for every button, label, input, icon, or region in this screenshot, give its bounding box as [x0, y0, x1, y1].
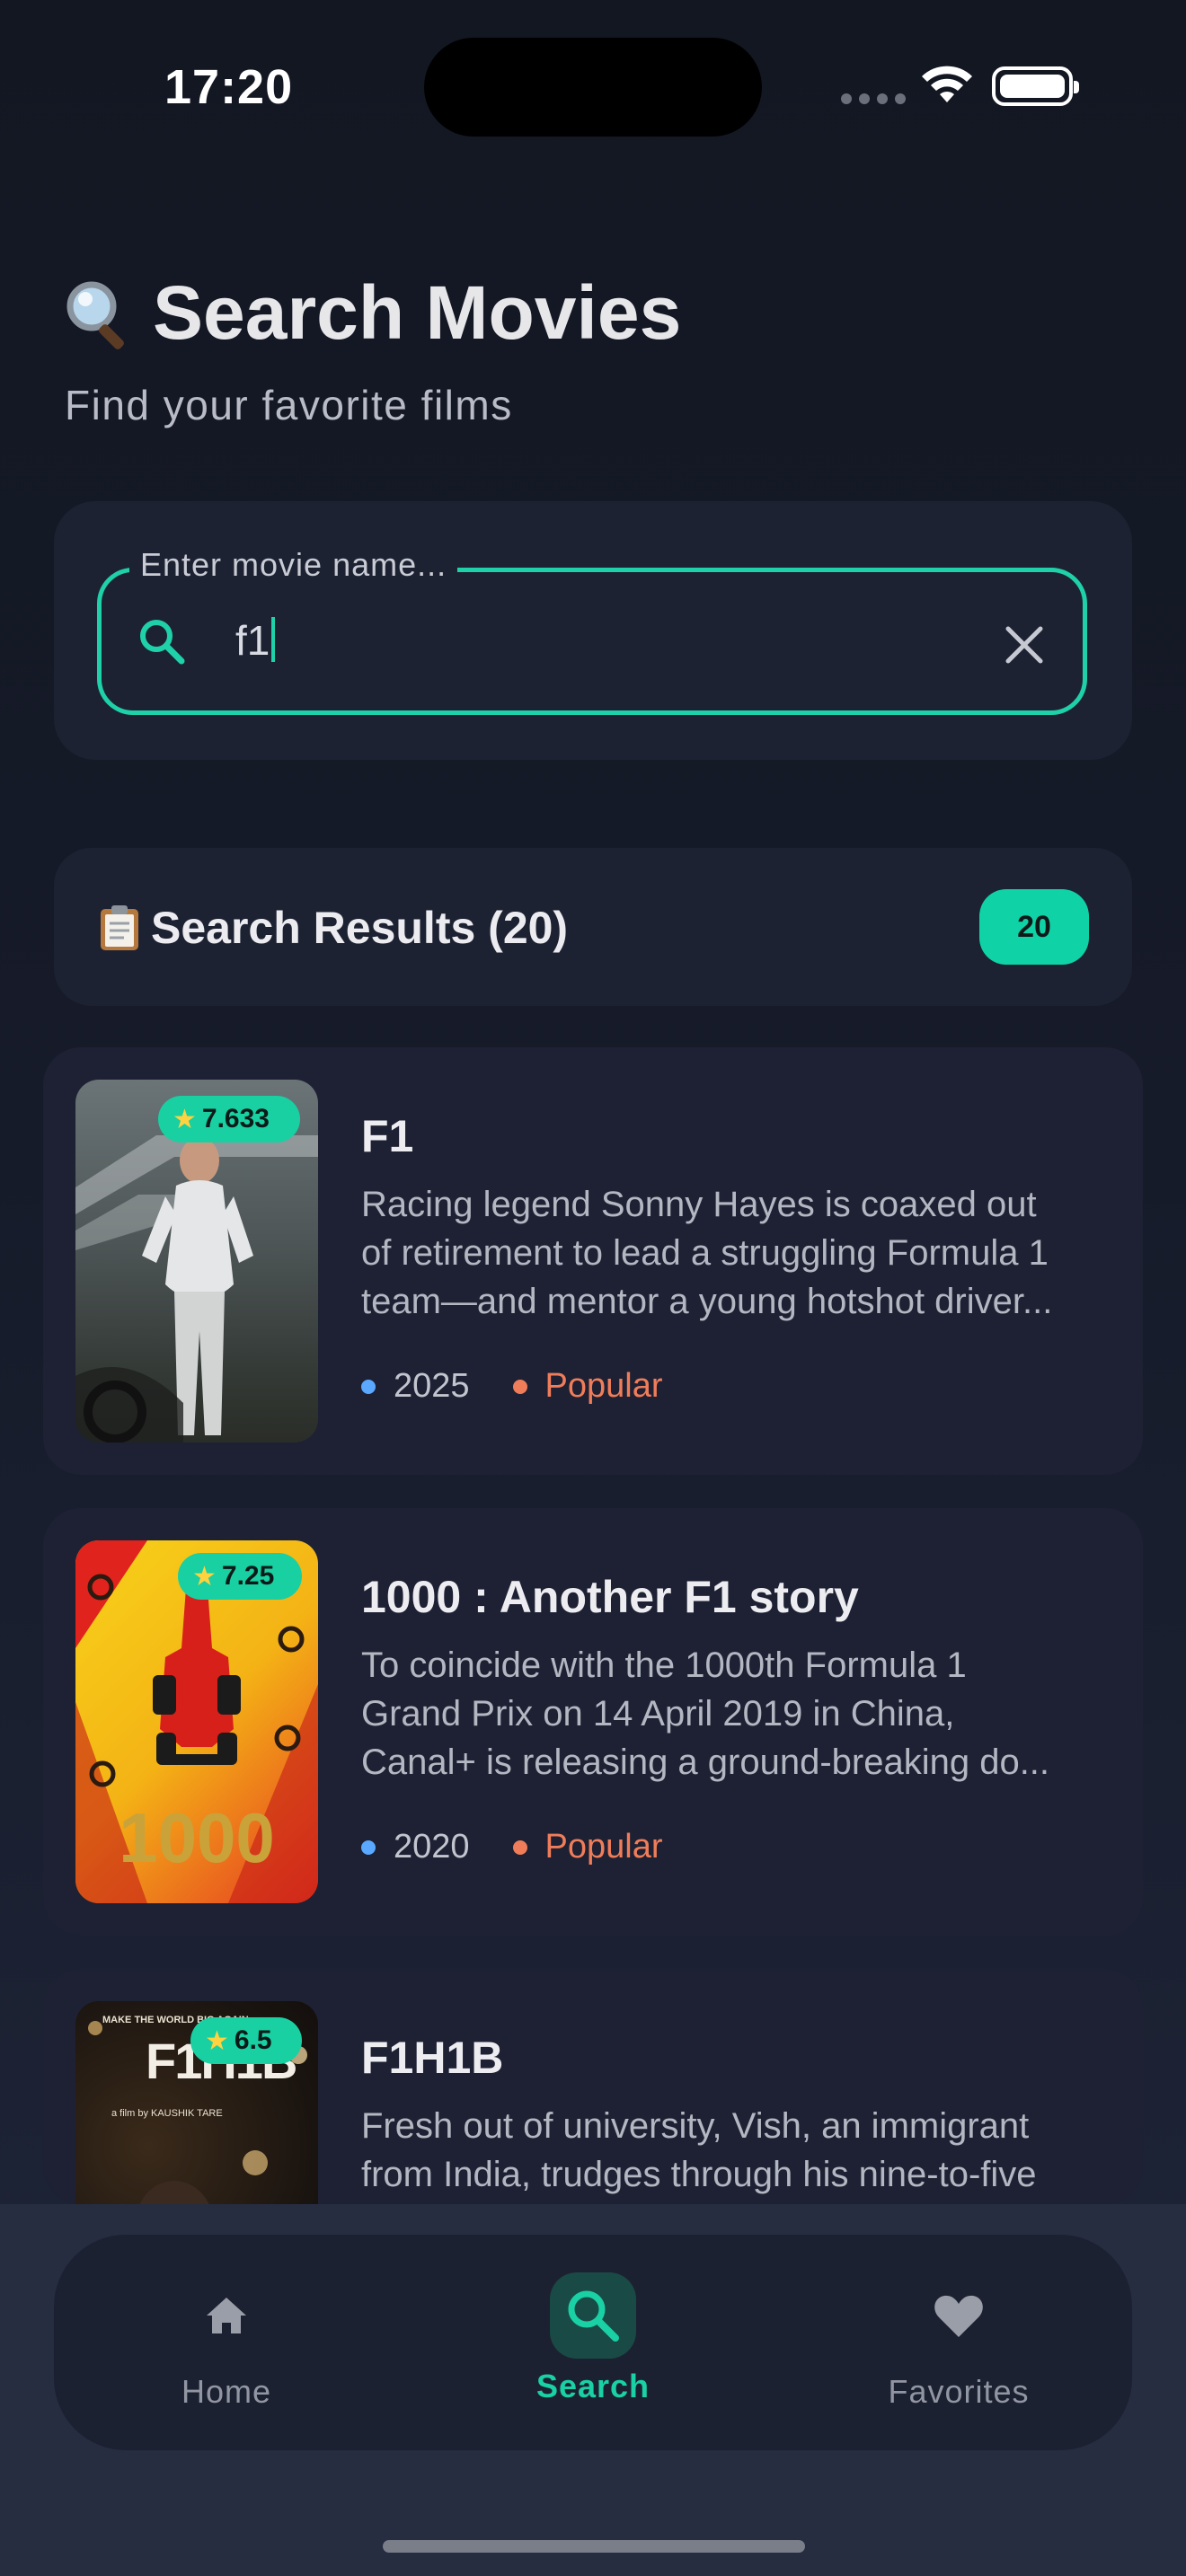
- movie-description: Racing legend Sonny Hayes is coaxed out …: [361, 1185, 1053, 1321]
- results-title-text: Search Results (20): [151, 903, 569, 953]
- movie-card[interactable]: 1000 ★ 7.25 1000 : Another F1 story To c…: [43, 1508, 1143, 1936]
- results-count-badge: 20: [979, 889, 1089, 965]
- movie-poster: ★ 7.633: [75, 1080, 318, 1442]
- page-subtitle: Find your favorite films: [65, 382, 513, 428]
- magnifier-icon: [66, 281, 124, 349]
- popular-tag: Popular: [544, 1367, 663, 1405]
- movie-meta: 2025 Popular: [361, 1367, 663, 1406]
- movie-year: 2020: [394, 1828, 470, 1866]
- search-input-label: Enter movie name...: [129, 546, 458, 584]
- movie-poster: 1000 ★ 7.25: [75, 1540, 318, 1903]
- rating-badge: ★ 7.633: [158, 1096, 300, 1142]
- dynamic-island: [424, 38, 762, 137]
- movie-title: F1: [361, 1111, 414, 1161]
- home-icon: [207, 2298, 246, 2333]
- movie-poster: MAKE THE WORLD BIG AGAIN a film by KAUSH…: [75, 2001, 318, 2204]
- star-icon: ★: [173, 1104, 197, 1134]
- star-icon: ★: [205, 2025, 229, 2056]
- rating-badge: ★ 7.25: [178, 1553, 302, 1600]
- clipboard-icon: [101, 905, 138, 950]
- tab-home[interactable]: Home: [128, 2272, 325, 2411]
- status-time: 17:20: [164, 60, 294, 114]
- search-input-value[interactable]: f1: [235, 616, 276, 665]
- popular-dot-icon: [512, 1839, 527, 1855]
- page-title: Search Movies: [61, 269, 681, 357]
- movie-year: 2025: [394, 1367, 470, 1405]
- heart-icon: [934, 2295, 983, 2337]
- cellular-signal-icon: [841, 93, 906, 104]
- movie-card[interactable]: ★ 7.633 F1 Racing legend Sonny Hayes is …: [43, 1047, 1143, 1475]
- rating-badge: ★ 6.5: [190, 2017, 302, 2064]
- text-caret: [271, 617, 276, 662]
- svg-text:1000: 1000: [119, 1798, 275, 1877]
- page-title-text: Search Movies: [153, 270, 682, 355]
- tab-favorites[interactable]: Favorites: [860, 2272, 1058, 2411]
- movie-description: Fresh out of university, Vish, an immigr…: [361, 2106, 1037, 2194]
- movie-card[interactable]: MAKE THE WORLD BIG AGAIN a film by KAUSH…: [43, 1969, 1143, 2204]
- results-title: Search Results (20): [97, 902, 568, 954]
- popular-tag: Popular: [544, 1828, 663, 1866]
- svg-text:a film by KAUSHIK TARE: a film by KAUSHIK TARE: [111, 2108, 223, 2119]
- tab-search-label: Search: [535, 2368, 651, 2404]
- tab-home-label: Home: [181, 2373, 272, 2410]
- movie-description: To coincide with the 1000th Formula 1 Gr…: [361, 1645, 1050, 1782]
- popular-dot-icon: [512, 1379, 527, 1394]
- home-indicator[interactable]: [383, 2540, 805, 2553]
- year-dot-icon: [361, 1379, 376, 1394]
- tab-search[interactable]: Search: [494, 2272, 692, 2405]
- year-dot-icon: [361, 1839, 376, 1855]
- movie-title: 1000 : Another F1 story: [361, 1572, 859, 1622]
- star-icon: ★: [192, 1561, 217, 1592]
- search-icon: [140, 620, 185, 665]
- tab-favorites-label: Favorites: [888, 2373, 1030, 2410]
- clear-search-button[interactable]: [999, 620, 1049, 670]
- movie-meta: 2020 Popular: [361, 1828, 663, 1866]
- wifi-icon: [922, 66, 972, 102]
- battery-icon: [992, 66, 1079, 106]
- movie-title: F1H1B: [361, 2033, 504, 2083]
- search-icon: [568, 2290, 619, 2342]
